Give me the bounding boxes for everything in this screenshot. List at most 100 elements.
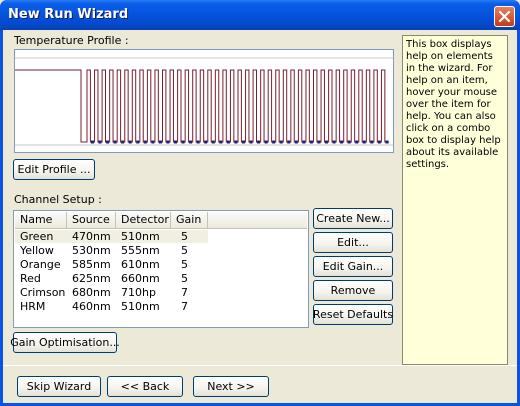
next-button[interactable]: Next >>: [193, 376, 269, 397]
edit-profile-button[interactable]: Edit Profile ...: [13, 159, 95, 180]
column-header-name[interactable]: Name: [15, 212, 67, 229]
acquisition-marker: [279, 140, 283, 144]
temperature-profile-label: Temperature Profile :: [14, 34, 129, 47]
acquisition-marker: [377, 140, 381, 144]
acquisition-marker: [249, 140, 253, 144]
acquisition-marker: [158, 140, 162, 144]
edit-channel-button[interactable]: Edit...: [313, 232, 393, 253]
channel-source: 460nm: [72, 300, 111, 313]
skip-wizard-button[interactable]: Skip Wizard: [17, 376, 101, 397]
close-icon: [498, 10, 511, 23]
acquisition-marker: [136, 140, 140, 144]
wizard-window: New Run Wizard Temperature Profile : Edi…: [0, 0, 520, 406]
channel-row[interactable]: Green 470nm 510nm 5: [15, 230, 307, 243]
channel-detector: 510nm: [121, 230, 160, 243]
acquisition-marker: [98, 140, 102, 144]
column-header-source[interactable]: Source: [67, 212, 116, 229]
channel-detector: 510nm: [121, 300, 160, 313]
channel-source: 470nm: [72, 230, 111, 243]
channel-row[interactable]: Red 625nm 660nm 5: [15, 272, 307, 285]
reset-defaults-button[interactable]: Reset Defaults: [313, 304, 393, 325]
column-header-gain[interactable]: Gain: [171, 212, 208, 229]
acquisition-marker: [309, 140, 313, 144]
channel-row[interactable]: Yellow 530nm 555nm 5: [15, 244, 307, 257]
channel-source: 530nm: [72, 244, 111, 257]
channel-detector: 710hp: [121, 286, 156, 299]
channel-detector: 660nm: [121, 272, 160, 285]
channel-gain: 7: [181, 300, 188, 313]
acquisition-marker: [355, 140, 359, 144]
back-button[interactable]: << Back: [107, 376, 183, 397]
temperature-trace: [15, 69, 389, 143]
title-bar[interactable]: New Run Wizard: [0, 0, 520, 30]
acquisition-marker: [287, 140, 291, 144]
channel-source: 680nm: [72, 286, 111, 299]
channel-row[interactable]: Orange 585nm 610nm 5: [15, 258, 307, 271]
acquisition-marker: [347, 140, 351, 144]
temperature-profile-graph: [14, 49, 394, 153]
acquisition-marker: [181, 140, 185, 144]
remove-button[interactable]: Remove: [313, 280, 393, 301]
column-header-detector[interactable]: Detector: [116, 212, 171, 229]
acquisition-marker: [219, 140, 223, 144]
channel-source: 585nm: [72, 258, 111, 271]
channel-row[interactable]: Crimson 680nm 710hp 7: [15, 286, 307, 299]
channel-list[interactable]: Name Source Detector Gain Green 470nm 51…: [13, 210, 309, 328]
acquisition-marker: [385, 140, 389, 144]
acquisition-marker: [151, 140, 155, 144]
acquisition-marker: [121, 140, 125, 144]
channel-source: 625nm: [72, 272, 111, 285]
acquisition-marker: [264, 140, 268, 144]
edit-gain-button[interactable]: Edit Gain...: [313, 256, 393, 277]
wizard-client-area: Temperature Profile : Edit Profile ... C…: [3, 30, 517, 403]
acquisition-marker: [272, 140, 276, 144]
channel-name: Red: [20, 272, 41, 285]
channel-gain: 5: [181, 230, 188, 243]
acquisition-marker: [332, 140, 336, 144]
channel-list-header: Name Source Detector Gain: [15, 212, 307, 229]
acquisition-marker: [302, 140, 306, 144]
footer-divider: [3, 365, 517, 366]
acquisition-marker: [317, 140, 321, 144]
channel-gain: 5: [181, 272, 188, 285]
column-header-filler: [208, 212, 307, 229]
acquisition-marker: [234, 140, 238, 144]
channel-setup-label: Channel Setup :: [14, 193, 102, 206]
acquisition-marker: [90, 140, 94, 144]
acquisition-marker: [189, 140, 193, 144]
channel-row[interactable]: HRM 460nm 510nm 7: [15, 300, 307, 313]
gain-optimisation-button[interactable]: Gain Optimisation...: [10, 332, 120, 353]
channel-name: Yellow: [20, 244, 54, 257]
acquisition-marker: [257, 140, 261, 144]
acquisition-marker: [324, 140, 328, 144]
channel-name: Orange: [20, 258, 61, 271]
create-new-button[interactable]: Create New...: [313, 208, 393, 229]
acquisition-marker: [204, 140, 208, 144]
acquisition-marker: [294, 140, 298, 144]
acquisition-marker: [128, 140, 132, 144]
channel-detector: 555nm: [121, 244, 160, 257]
help-panel: This box displays help on elements in th…: [402, 35, 508, 365]
acquisition-marker: [340, 140, 344, 144]
channel-name: Crimson: [20, 286, 66, 299]
channel-gain: 5: [181, 258, 188, 271]
acquisition-marker: [362, 140, 366, 144]
channel-detector: 610nm: [121, 258, 160, 271]
channel-name: Green: [20, 230, 54, 243]
acquisition-marker: [173, 140, 177, 144]
channel-name: HRM: [20, 300, 46, 313]
temperature-profile-plot: [15, 57, 393, 146]
acquisition-marker: [226, 140, 230, 144]
channel-gain: 5: [181, 244, 188, 257]
acquisition-marker: [370, 140, 374, 144]
close-button[interactable]: [494, 6, 515, 27]
acquisition-marker: [211, 140, 215, 144]
acquisition-marker: [106, 140, 110, 144]
acquisition-marker: [113, 140, 117, 144]
acquisition-marker: [241, 140, 245, 144]
window-title: New Run Wizard: [8, 7, 129, 22]
acquisition-marker: [166, 140, 170, 144]
channel-gain: 7: [181, 286, 188, 299]
acquisition-marker: [196, 140, 200, 144]
acquisition-marker: [143, 140, 147, 144]
